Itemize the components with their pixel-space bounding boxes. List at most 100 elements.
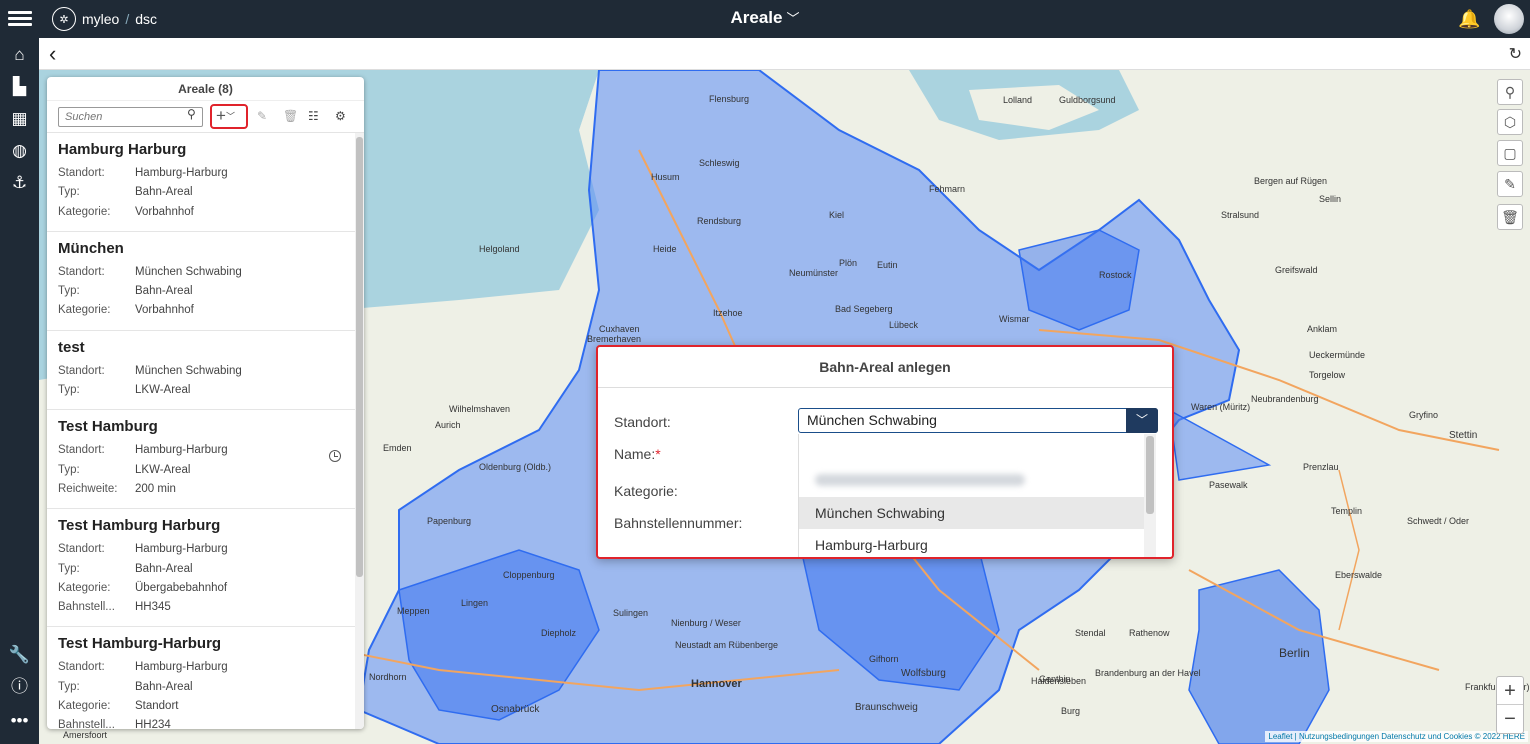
list-scrollbar[interactable] <box>355 133 364 729</box>
zoom-out-button[interactable]: − <box>1497 705 1523 733</box>
map-label: Neustadt am Rübenberge <box>675 640 779 650</box>
field-value: München Schwabing <box>135 265 242 278</box>
field-value: LKW-Areal <box>135 463 191 476</box>
map-label: Brandenburg an der Havel <box>1095 668 1201 678</box>
add-button[interactable]: +﹀ <box>210 104 248 129</box>
field-label: Standort: <box>58 444 105 457</box>
list-item[interactable]: München Standort: München Schwabing Typ: B… <box>47 232 355 331</box>
scroll-thumb[interactable] <box>1146 436 1154 514</box>
draw-polygon-icon[interactable]: ⬡ <box>1497 109 1523 135</box>
page-title-text: Areale <box>730 8 783 27</box>
map-label: Waren (Müritz) <box>1191 402 1251 412</box>
dashboard-icon[interactable]: ▦ <box>0 104 39 134</box>
map-label: Cuxhaven <box>599 324 640 334</box>
list-icon[interactable]: ☷ <box>308 109 319 123</box>
list-item[interactable]: Test Hamburg Harburg Standort: Hamburg-Ha… <box>47 509 355 628</box>
field-label: Standort: <box>58 661 105 674</box>
map-label: Gryfino <box>1409 410 1439 420</box>
map-label: Burg <box>1061 706 1081 716</box>
page-title[interactable]: Areale ﹀ <box>0 8 1530 28</box>
field-value: LKW-Areal <box>135 384 191 397</box>
map-label: Cloppenburg <box>503 570 555 580</box>
help-icon[interactable]: ⓘ <box>0 672 39 702</box>
map-attribution[interactable]: Leaflet | Nutzungsbedingungen Datenschut… <box>1265 731 1528 742</box>
dropdown-scrollbar[interactable] <box>1144 434 1156 557</box>
settings-icon[interactable]: ⚙ <box>335 109 346 123</box>
field-label: Typ: <box>58 186 80 199</box>
field-value: Bahn-Areal <box>135 186 193 199</box>
map-label: Flensburg <box>709 94 750 104</box>
field-label: Standort: <box>58 364 105 377</box>
field-value: Bahn-Areal <box>135 680 193 693</box>
scroll-thumb[interactable] <box>356 137 363 577</box>
map-label: Wismar <box>999 314 1030 324</box>
more-icon[interactable]: ••• <box>0 706 39 736</box>
map-label: Eberswalde <box>1335 570 1383 580</box>
map-label: Eutin <box>877 260 898 270</box>
top-bar: ✲ myleo / dsc Areale ﹀ 🔔 <box>0 0 1530 38</box>
map-label: Meppen <box>397 606 430 616</box>
chart-icon[interactable]: ▙ <box>0 72 39 102</box>
anchor-icon[interactable]: ⚓ <box>0 168 39 198</box>
map-label: Stendal <box>1075 628 1106 638</box>
globe-icon[interactable]: ◍ <box>0 136 39 166</box>
map-label: Wolfsburg <box>901 668 946 679</box>
trash-icon[interactable]: 🗑 <box>283 109 298 123</box>
map-label: Oldenburg (Oldb.) <box>479 462 552 472</box>
map-label: Plön <box>839 258 858 268</box>
home-icon[interactable]: ⌂ <box>0 40 39 70</box>
bell-icon[interactable]: 🔔 <box>1458 9 1480 29</box>
map-search-icon[interactable]: ⚲ <box>1497 79 1523 105</box>
bahnstellennummer-label: Bahnstellennummer: <box>614 515 743 531</box>
standort-select[interactable]: München Schwabing ﹀ <box>798 408 1158 433</box>
map-label: Heide <box>653 244 677 254</box>
map-label: Bremerhaven <box>587 334 642 344</box>
list-item[interactable]: Test Hamburg Standort: Hamburg-Harburg Ty… <box>47 410 355 510</box>
back-icon[interactable]: ‹ <box>49 41 56 67</box>
delete-layer-icon[interactable]: 🗑 <box>1497 204 1523 230</box>
zoom-in-button[interactable]: + <box>1497 677 1523 705</box>
map-label: Helgoland <box>479 244 520 254</box>
list-item[interactable]: Test Hamburg-Harburg Standort: Hamburg-Ha… <box>47 627 355 729</box>
field-value: Hamburg-Harburg <box>135 444 228 457</box>
dropdown-option[interactable]: München Schwabing <box>799 497 1144 529</box>
map-label: Gifhorn <box>869 654 899 664</box>
map-label: Rendsburg <box>697 216 742 226</box>
map-label: Hannover <box>691 678 742 690</box>
wrench-icon[interactable]: 🔧 <box>0 640 39 670</box>
search-icon[interactable]: ⚲ <box>187 107 196 121</box>
panel-title: Areale (8) <box>47 77 364 101</box>
map-label: Ueckermünde <box>1309 350 1366 360</box>
map-label: Lolland <box>1003 95 1033 105</box>
list-item[interactable]: Hamburg Harburg Standort: Hamburg-Harburg… <box>47 133 355 232</box>
dropdown-option[interactable]: Hamburg-Harburg <box>799 529 1144 557</box>
field-label: Typ: <box>58 463 80 476</box>
map-label: Nordhorn <box>369 672 407 682</box>
plus-icon: + <box>216 106 226 125</box>
field-label: Bahnstell... <box>58 601 115 614</box>
avatar[interactable] <box>1494 4 1524 34</box>
map-label: Berlin <box>1279 646 1310 660</box>
field-value: 200 min <box>135 482 176 495</box>
map-label: Genthin <box>1039 674 1071 684</box>
standort-label: Standort: <box>614 414 671 430</box>
map-label: Lingen <box>461 598 489 608</box>
search-input[interactable] <box>58 107 203 127</box>
attribution-link[interactable]: Leaflet | Nutzungsbedingungen Datenschut… <box>1268 732 1525 741</box>
dialog-title: Bahn-Areal anlegen <box>598 347 1172 388</box>
chevron-down-icon: ﹀ <box>786 11 800 26</box>
name-label-text: Name: <box>614 446 656 462</box>
field-label: Reichweite: <box>58 482 118 495</box>
create-area-dialog: Bahn-Areal anlegen Standort: Name:* Kate… <box>596 345 1174 559</box>
field-label: Typ: <box>58 562 80 575</box>
edit-layer-icon[interactable]: ✎ <box>1497 171 1523 197</box>
pencil-icon[interactable]: ✎ <box>257 109 267 123</box>
map-label: Sulingen <box>613 608 649 618</box>
draw-rectangle-icon[interactable]: ▢ <box>1497 140 1523 166</box>
refresh-icon[interactable]: ↻ <box>1509 44 1522 64</box>
chevron-down-icon[interactable]: ﹀ <box>1126 408 1158 433</box>
field-label: Typ: <box>58 680 80 693</box>
map-label: Torgelow <box>1309 370 1346 380</box>
standort-selected-value: München Schwabing <box>807 412 937 428</box>
list-item[interactable]: test Standort: München Schwabing Typ: LKW-… <box>47 331 355 411</box>
